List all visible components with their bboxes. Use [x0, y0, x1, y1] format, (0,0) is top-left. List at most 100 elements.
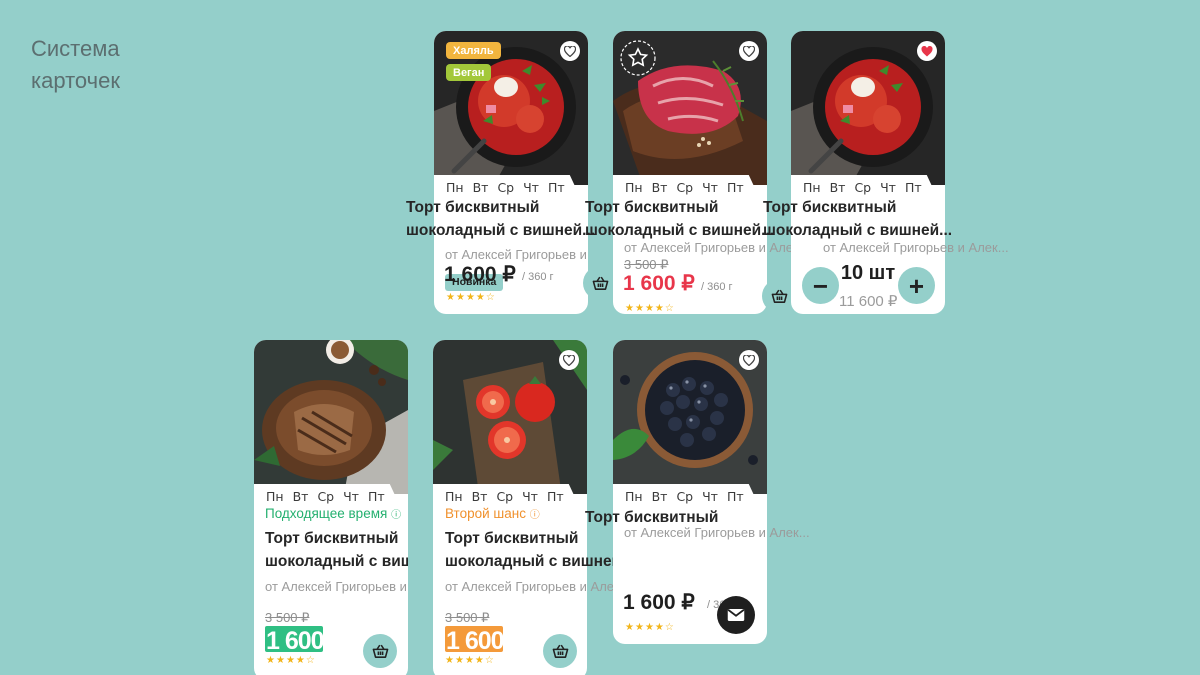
rating-stars: ★ ★ ★ ★ ☆ — [625, 623, 674, 633]
rating-stars: ★ ★ ★ ★ ☆ — [445, 656, 494, 666]
suitable-time-text: Подходящее время — [265, 506, 388, 521]
product-title-line2: шоколадный с вишней... — [265, 553, 408, 570]
favorite-button[interactable] — [739, 350, 759, 370]
star-icon: ★ — [654, 303, 664, 314]
vegan-tag: Веган — [446, 64, 492, 81]
section-title-line1: Система — [31, 36, 120, 61]
day-thu: Чт — [523, 180, 539, 195]
quality-seal-icon — [619, 39, 657, 77]
favorite-button-active[interactable] — [917, 41, 937, 61]
product-unit: / 360 г — [701, 281, 733, 293]
product-price: 1 600 ₽ — [623, 591, 695, 614]
delivery-days: Пн Вт Ср Чт Пт — [791, 175, 937, 197]
info-icon: ⓘ — [391, 510, 402, 521]
star-icon: ★ — [454, 655, 464, 666]
product-title-line1: Торт бисквитный — [265, 530, 399, 547]
day-mon: Пн — [625, 180, 643, 195]
day-thu: Чт — [880, 180, 896, 195]
star-icon: ★ — [445, 655, 454, 666]
delivery-days: Пн Вт Ср Чт Пт — [434, 175, 580, 197]
heart-outline-icon — [743, 45, 755, 57]
product-author: от Алексей Григорьев и Алек... — [624, 240, 810, 255]
day-wed: Ср — [317, 489, 335, 504]
product-card[interactable]: Пн Вт Ср Чт Пт Второй шанс ⓘ Торт бисквитный… — [433, 340, 634, 675]
day-tue: Вт — [651, 489, 668, 504]
promo-price-text: 1 600 ₽ — [266, 627, 323, 652]
star-empty-icon: ☆ — [305, 655, 315, 666]
delivery-days: Пн Вт Ср Чт Пт — [433, 484, 579, 506]
product-title[interactable]: Торт бисквитный шоколадный с вишней... — [265, 527, 408, 573]
product-title-line1: Торт бисквитный — [763, 199, 897, 216]
info-icon: ⓘ — [529, 510, 540, 521]
day-tue: Вт — [829, 180, 846, 195]
heart-outline-icon — [564, 45, 576, 57]
add-to-cart-button[interactable] — [543, 634, 577, 668]
product-author: от Алексей Григорьев и Алек... — [624, 525, 810, 540]
day-mon: Пн — [446, 180, 464, 195]
star-icon: ★ — [275, 655, 285, 666]
favorite-button[interactable] — [559, 350, 579, 370]
rating-stars: ★ ★ ★ ★ ☆ — [446, 293, 495, 303]
delivery-days: Пн Вт Ср Чт Пт — [254, 484, 400, 506]
day-fri: Пт — [546, 489, 564, 504]
section-title: Система карточек — [31, 33, 120, 97]
product-unit: / 360 г — [522, 271, 554, 283]
promo-price-text: 1 600 ₽ — [446, 627, 503, 652]
day-wed: Ср — [676, 180, 694, 195]
star-empty-icon: ☆ — [664, 622, 674, 633]
star-icon: ★ — [464, 655, 474, 666]
star-empty-icon: ☆ — [664, 303, 674, 314]
day-tue: Вт — [472, 180, 489, 195]
delivery-days: Пн Вт Ср Чт Пт — [613, 484, 759, 506]
section-title-line2: карточек — [31, 68, 120, 93]
star-icon: ★ — [295, 655, 305, 666]
day-thu: Чт — [343, 489, 359, 504]
old-price: 3 500 ₽ — [265, 610, 310, 625]
product-title[interactable]: Торт бисквитный шоколадный с вишней... — [763, 196, 973, 242]
promo-price: 1 600 ₽ — [445, 626, 503, 652]
notify-button[interactable] — [717, 596, 755, 634]
favorite-button[interactable] — [560, 41, 580, 61]
day-fri: Пт — [904, 180, 922, 195]
basket-icon — [552, 644, 568, 658]
product-card[interactable]: Халяль Веган Пн Вт Ср Чт Пт Торт бисквитный … — [406, 31, 617, 314]
product-card[interactable]: Пн Вт Ср Чт Пт Подходящее время ⓘ Торт бискв… — [254, 340, 408, 675]
heart-outline-icon — [563, 354, 575, 366]
star-icon: ★ — [266, 655, 275, 666]
day-mon: Пн — [266, 489, 284, 504]
product-photo-cake — [254, 340, 408, 494]
star-icon: ★ — [455, 292, 465, 303]
product-author: от Алексей Григорьев и Алек... — [445, 579, 631, 594]
star-icon: ★ — [285, 655, 295, 666]
second-chance-label: Второй шанс ⓘ — [445, 506, 540, 521]
product-card[interactable]: Пн Вт Ср Чт Пт Торт бисквитный шоколадный с … — [585, 31, 810, 314]
product-card[interactable]: Пн Вт Ср Чт Пт Торт бисквитный шоколадный с … — [763, 31, 1009, 314]
product-price: 1 600 ₽ — [444, 263, 516, 286]
add-to-cart-button[interactable] — [363, 634, 397, 668]
total-price: 11 600 ₽ — [839, 293, 898, 310]
star-icon: ★ — [634, 622, 644, 633]
favorite-button[interactable] — [739, 41, 759, 61]
day-fri: Пт — [726, 180, 744, 195]
halal-tag: Халяль — [446, 42, 501, 59]
day-mon: Пн — [625, 489, 643, 504]
star-icon: ★ — [474, 655, 484, 666]
add-to-cart-button[interactable] — [583, 266, 617, 300]
product-card[interactable]: Пн Вт Ср Чт Пт Торт бисквитный от Алексей Гр… — [585, 340, 810, 644]
star-icon: ★ — [654, 622, 664, 633]
decrease-quantity-button[interactable]: − — [802, 267, 839, 304]
delivery-days: Пн Вт Ср Чт Пт — [613, 175, 759, 197]
product-author: от Алексей Григорьев и Алек... — [445, 247, 586, 262]
second-chance-text: Второй шанс — [445, 506, 526, 521]
envelope-icon — [727, 609, 745, 621]
product-price: 1 600 ₽ — [623, 272, 695, 295]
star-icon: ★ — [465, 292, 475, 303]
increase-quantity-button[interactable]: + — [898, 267, 935, 304]
day-mon: Пн — [445, 489, 463, 504]
old-price: 3 500 ₽ — [445, 610, 490, 625]
day-tue: Вт — [471, 489, 488, 504]
star-icon: ★ — [644, 622, 654, 633]
quantity-value: 10 шт — [840, 262, 896, 284]
basket-icon — [372, 644, 388, 658]
star-icon: ★ — [625, 622, 634, 633]
